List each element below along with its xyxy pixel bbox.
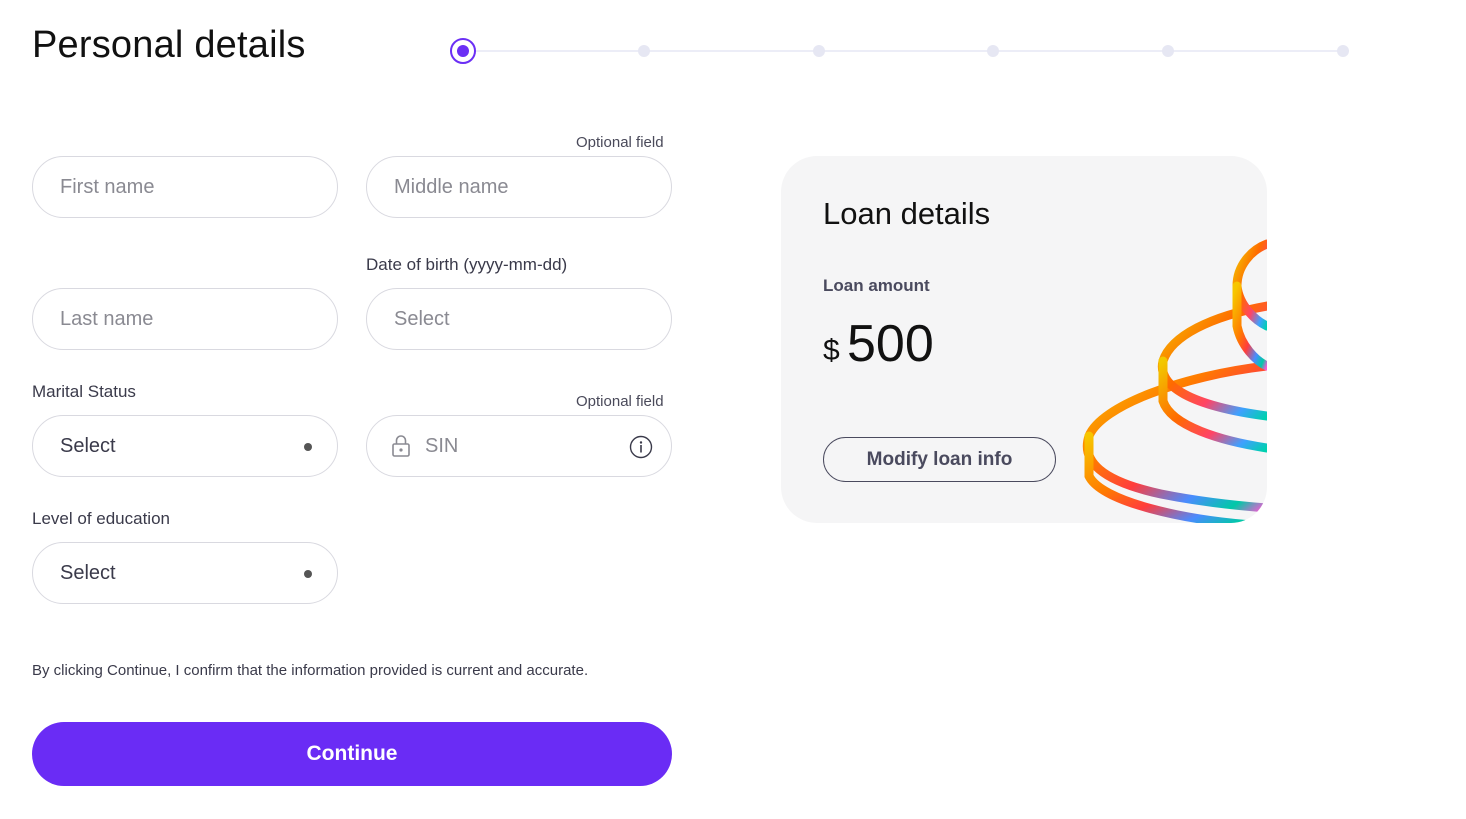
sin-input[interactable]: SIN	[366, 415, 672, 477]
continue-button[interactable]: Continue	[32, 722, 672, 786]
step-4	[987, 45, 999, 57]
middle-name-placeholder: Middle name	[394, 175, 509, 198]
marital-status-label: Marital Status	[32, 382, 136, 401]
sin-optional-label: Optional field	[576, 393, 664, 410]
progress-stepper	[450, 38, 1352, 64]
education-label: Level of education	[32, 509, 170, 528]
sin-placeholder: SIN	[425, 434, 459, 457]
step-6	[1337, 45, 1349, 57]
dob-placeholder: Select	[394, 307, 450, 330]
dropdown-dot-icon	[304, 570, 312, 578]
marital-status-select[interactable]: Select	[32, 415, 338, 477]
education-value: Select	[60, 561, 116, 584]
loan-amount-label: Loan amount	[823, 276, 930, 295]
page-title: Personal details	[32, 24, 306, 66]
lock-icon	[392, 435, 410, 457]
step-5	[1162, 45, 1174, 57]
marital-status-value: Select	[60, 434, 116, 457]
dob-picker[interactable]: Select	[366, 288, 672, 350]
last-name-placeholder: Last name	[60, 307, 154, 330]
loan-currency: $	[823, 334, 840, 367]
loan-details-title: Loan details	[823, 196, 991, 231]
step-1-active	[450, 38, 476, 64]
info-icon[interactable]	[629, 435, 653, 459]
first-name-input[interactable]: First name	[32, 156, 338, 218]
dob-label: Date of birth (yyyy-mm-dd)	[366, 255, 568, 274]
step-3	[813, 45, 825, 57]
step-2	[638, 45, 650, 57]
coin-stack-illustration	[1082, 239, 1267, 523]
modify-loan-info-button[interactable]: Modify loan info	[823, 437, 1056, 482]
middle-name-input[interactable]: Middle name	[366, 156, 672, 218]
first-name-placeholder: First name	[60, 175, 155, 198]
last-name-input[interactable]: Last name	[32, 288, 338, 350]
loan-amount-value: 500	[847, 315, 934, 373]
stepper-track	[464, 50, 1344, 52]
dropdown-dot-icon	[304, 443, 312, 451]
loan-details-card: Loan details Loan amount $ 500 Modify lo…	[781, 156, 1267, 523]
education-select[interactable]: Select	[32, 542, 338, 604]
confirmation-disclaimer: By clicking Continue, I confirm that the…	[32, 662, 589, 679]
middle-name-optional-label: Optional field	[576, 134, 664, 151]
